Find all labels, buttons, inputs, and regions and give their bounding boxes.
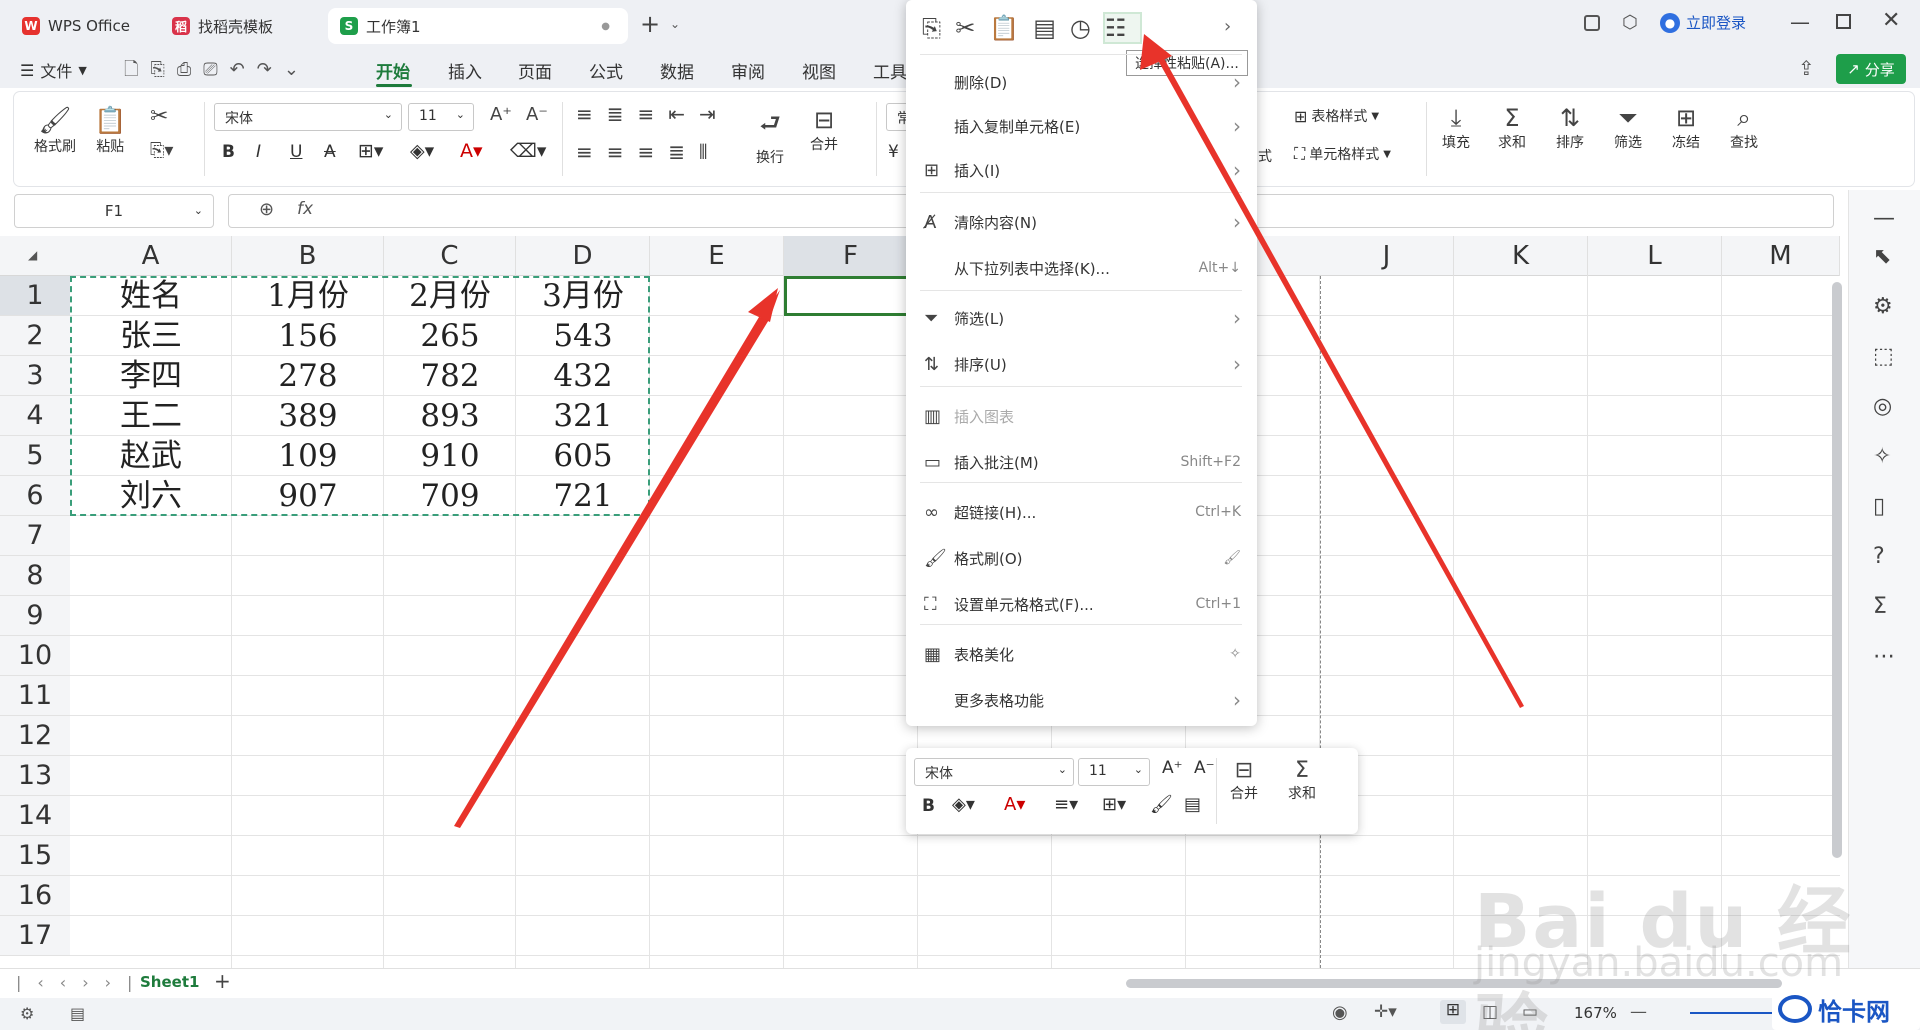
baidu-watermark-url: jingyan.baidu.com xyxy=(1474,940,1844,986)
annotation-arrow-left-head xyxy=(748,288,778,322)
site-logo-icon xyxy=(1778,995,1812,1023)
site-watermark: 恰卡网 xyxy=(1772,988,1920,1030)
annotation-arrow-left xyxy=(454,290,780,828)
wps-window: W WPS Office 稻 找稻壳模板 S 工作簿1 ● + ⌄ ⬡ ● 立即… xyxy=(0,0,1920,1030)
annotation-arrow-right xyxy=(1150,44,1524,708)
site-name: 恰卡网 xyxy=(1818,997,1890,1026)
